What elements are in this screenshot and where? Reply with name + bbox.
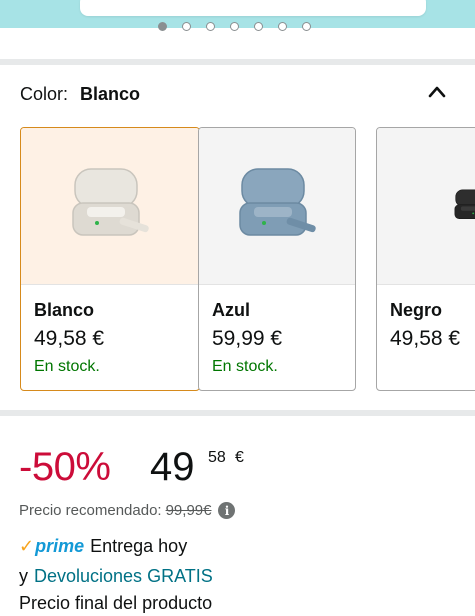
stock-status: En stock. bbox=[34, 358, 100, 375]
color-option-price: 49,58 € bbox=[34, 327, 105, 350]
product-image bbox=[377, 128, 475, 285]
earbuds-case-icon bbox=[72, 168, 149, 236]
returns-info: y Devoluciones GRATIS bbox=[19, 566, 213, 587]
rrp-label: Precio recomendado: bbox=[19, 502, 162, 519]
carousel-dot[interactable] bbox=[158, 22, 167, 31]
price-whole: 49 bbox=[150, 445, 195, 489]
color-option-negro[interactable]: Negro 49,58 € bbox=[376, 127, 475, 391]
carousel-image-card[interactable] bbox=[80, 0, 426, 16]
carousel-dot[interactable] bbox=[182, 22, 191, 31]
earbuds-case-icon bbox=[239, 168, 316, 236]
product-image bbox=[21, 128, 199, 285]
carousel-pagination bbox=[158, 22, 311, 31]
recommended-price: Precio recomendado: 99,99€ i bbox=[19, 502, 236, 519]
color-option-price: 59,99 € bbox=[212, 327, 283, 350]
selected-color-value: Blanco bbox=[80, 84, 141, 104]
chevron-up-icon[interactable] bbox=[427, 82, 447, 102]
carousel-dot[interactable] bbox=[206, 22, 215, 31]
section-divider bbox=[0, 410, 475, 416]
color-option-price: 49,58 € bbox=[390, 327, 461, 350]
discount-percentage: -50% bbox=[19, 445, 111, 489]
section-divider bbox=[0, 59, 475, 65]
info-icon[interactable]: i bbox=[218, 502, 236, 519]
carousel-dot[interactable] bbox=[278, 22, 287, 31]
carousel-dot[interactable] bbox=[230, 22, 239, 31]
carousel-dot[interactable] bbox=[302, 22, 311, 31]
color-option-name: Blanco bbox=[34, 300, 95, 320]
stock-status: En stock. bbox=[212, 358, 278, 375]
color-option-name: Azul bbox=[212, 300, 250, 320]
returns-prefix: y bbox=[19, 566, 28, 586]
price-fraction: 58 bbox=[208, 449, 226, 466]
color-option-azul[interactable]: Azul 59,99 € En stock. bbox=[198, 127, 356, 391]
color-option-blanco[interactable]: Blanco 49,58 € En stock. bbox=[20, 127, 200, 391]
prime-logo: ✓ prime bbox=[19, 536, 84, 557]
product-image bbox=[199, 128, 355, 285]
checkmark-icon: ✓ bbox=[19, 536, 35, 556]
final-price-text: Precio final del producto bbox=[19, 593, 213, 613]
delivery-text: Entrega hoy bbox=[90, 536, 188, 556]
earbuds-case-icon bbox=[454, 189, 475, 219]
color-selector-header[interactable]: Color: Blanco bbox=[20, 84, 140, 105]
price-currency: € bbox=[235, 449, 244, 466]
prime-label: prime bbox=[35, 536, 85, 556]
rrp-value: 99,99€ bbox=[165, 502, 212, 519]
prime-delivery: ✓ prime Entrega hoy bbox=[19, 536, 187, 557]
color-option-name: Negro bbox=[390, 300, 443, 320]
free-returns-link[interactable]: Devoluciones GRATIS bbox=[34, 566, 213, 587]
color-label: Color: bbox=[20, 84, 69, 104]
carousel-dot[interactable] bbox=[254, 22, 263, 31]
